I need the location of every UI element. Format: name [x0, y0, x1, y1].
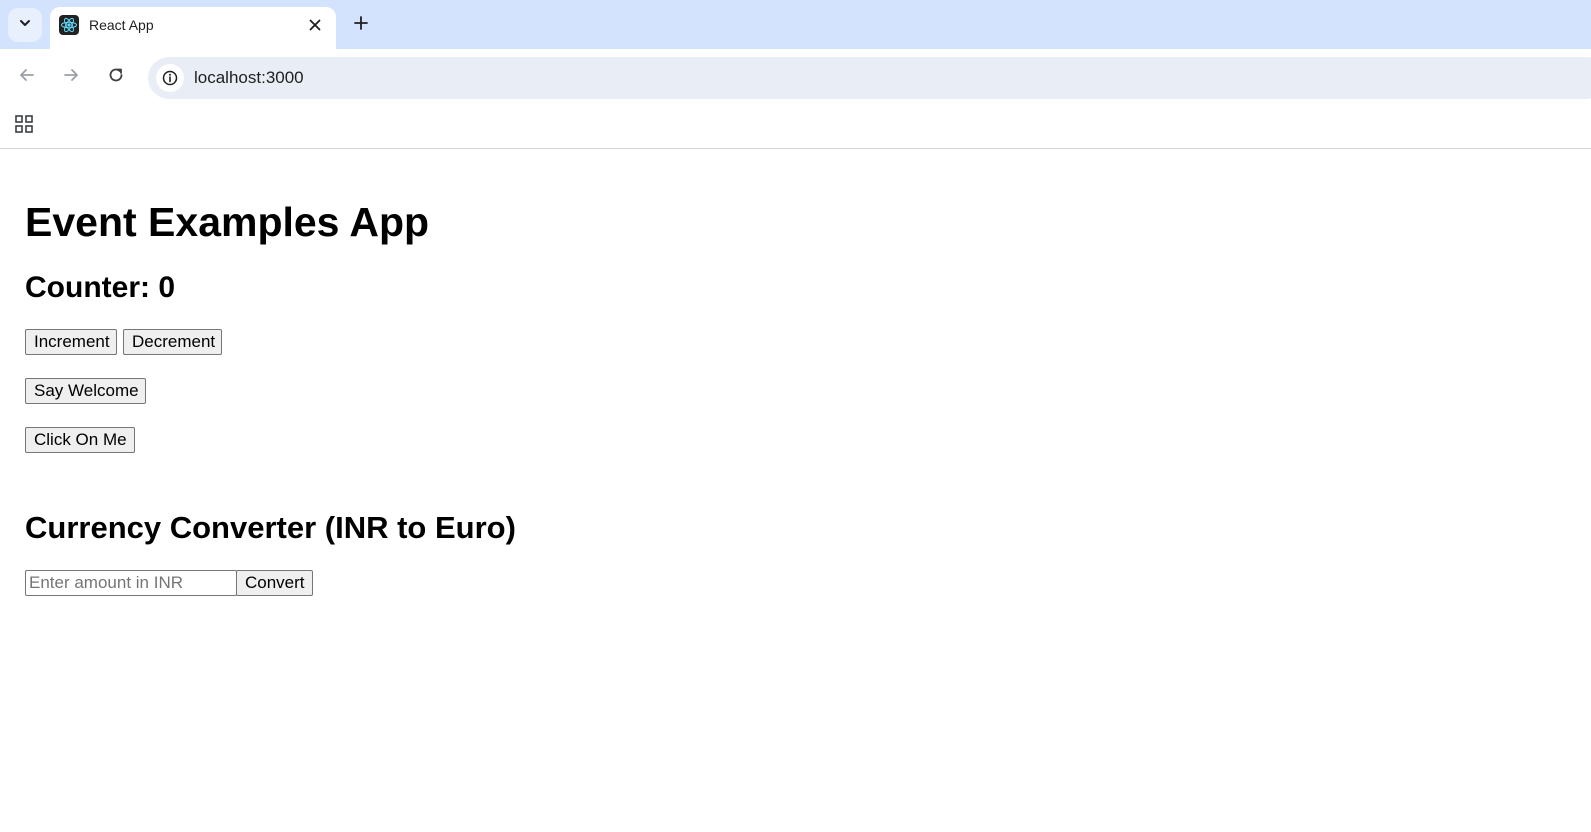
tab-title: React App	[89, 17, 154, 33]
browser-tab[interactable]: React App	[50, 7, 336, 49]
inr-amount-input[interactable]	[25, 570, 237, 596]
arrow-right-icon	[62, 66, 80, 89]
increment-button[interactable]: Increment	[25, 329, 117, 355]
url-text: localhost:3000	[194, 68, 304, 87]
back-button[interactable]	[13, 63, 41, 91]
page-title: Event Examples App	[25, 199, 430, 245]
click-on-me-button[interactable]: Click On Me	[25, 427, 135, 453]
apps-grid-icon	[14, 114, 34, 139]
arrow-left-icon	[18, 66, 36, 89]
currency-converter-title: Currency Converter (INR to Euro)	[25, 510, 516, 545]
say-welcome-button[interactable]: Say Welcome	[25, 378, 146, 404]
tab-strip: React App	[0, 0, 1591, 49]
new-tab-button[interactable]	[348, 12, 374, 38]
bookmarks-bar	[0, 105, 1591, 149]
counter-label: Counter: 0	[25, 271, 175, 304]
info-icon[interactable]	[156, 64, 184, 92]
plus-icon	[353, 15, 369, 36]
page-content: Event Examples App Counter: 0 Increment …	[0, 149, 1591, 832]
react-logo-icon	[59, 15, 79, 35]
close-icon[interactable]	[305, 15, 325, 35]
address-bar[interactable]: localhost:3000	[148, 57, 1591, 99]
browser-toolbar: localhost:3000	[0, 49, 1591, 105]
convert-button[interactable]: Convert	[236, 570, 313, 596]
forward-button[interactable]	[57, 63, 85, 91]
decrement-button[interactable]: Decrement	[123, 329, 222, 355]
tab-search-button[interactable]	[8, 8, 42, 42]
reload-icon	[107, 66, 125, 89]
reload-button[interactable]	[102, 63, 130, 91]
chevron-down-icon	[18, 16, 32, 35]
apps-button[interactable]	[12, 114, 36, 138]
